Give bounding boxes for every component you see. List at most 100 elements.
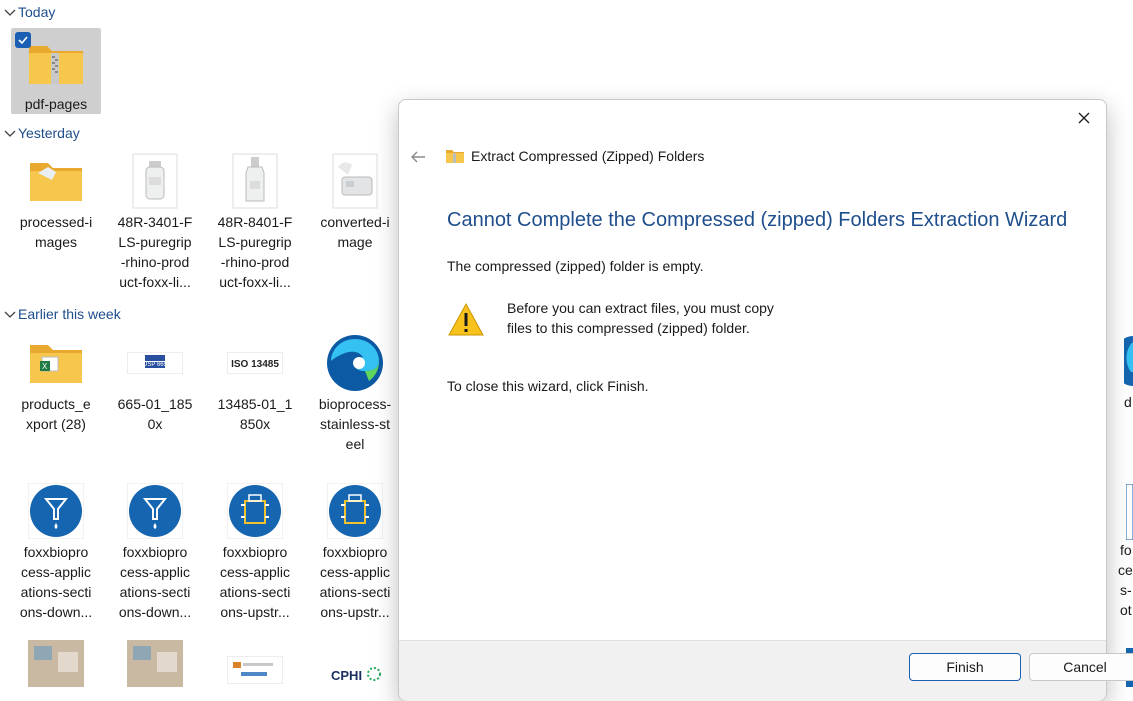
funnel-circle-icon [28, 483, 84, 539]
file-name: LS-puregrip [218, 234, 292, 250]
file-item[interactable]: bioprocess- stainless-st eel [310, 332, 400, 454]
file-name: uct-foxx-li... [119, 274, 191, 290]
file-name: cess-applic [319, 564, 391, 580]
file-name: foxxbiopro [122, 544, 188, 560]
file-name-clipped: ot [1120, 602, 1132, 618]
file-name: cess-applic [20, 564, 92, 580]
device-image-icon [332, 153, 378, 209]
close-icon[interactable] [1076, 110, 1092, 126]
file-name: ations-secti [219, 584, 291, 600]
photo-thumbnail-icon[interactable] [28, 640, 84, 687]
wizard-title: Extract Compressed (Zipped) Folders [471, 148, 705, 164]
file-name: 665-01_185 [117, 396, 193, 412]
file-name: 48R-3401-F [117, 214, 193, 230]
file-name: ons-upstr... [220, 604, 290, 620]
file-item[interactable]: foxxbiopro cess-applic ations-secti ons-… [110, 480, 200, 622]
file-name: mage [337, 234, 373, 250]
warning-icon [448, 302, 484, 336]
cphi-logo-text: CPHI [331, 668, 362, 683]
file-name: ations-secti [119, 584, 191, 600]
back-arrow-icon[interactable] [409, 148, 427, 166]
bottle-image-icon [132, 153, 178, 209]
file-name: -rhino-prod [120, 254, 190, 270]
zip-folder-icon [446, 150, 464, 163]
file-item[interactable]: converted-i mage [310, 150, 400, 252]
group-label: Earlier this week [18, 306, 121, 322]
file-name: ons-down... [118, 604, 192, 620]
file-name: cess-applic [219, 564, 291, 580]
file-name-clipped: s- [1120, 582, 1132, 598]
file-name: LS-puregrip [118, 234, 192, 250]
file-item[interactable]: foxxbiopro cess-applic ations-secti ons-… [11, 480, 101, 622]
file-name: foxxbiopro [23, 544, 89, 560]
group-header-yesterday[interactable]: Yesterday [0, 123, 80, 143]
svg-text:X: X [42, 362, 48, 371]
file-item[interactable]: foxxbiopro cess-applic ations-secti ons-… [210, 480, 300, 622]
zip-folder-icon [29, 46, 83, 84]
cancel-button[interactable]: Cancel [1029, 653, 1133, 681]
file-item[interactable]: 48R-8401-F LS-puregrip -rhino-prod uct-f… [210, 150, 300, 292]
file-item[interactable]: 48R-3401-F LS-puregrip -rhino-prod uct-f… [110, 150, 200, 292]
photo-thumbnail-icon[interactable] [127, 640, 183, 687]
group-header-today[interactable]: Today [0, 2, 55, 22]
file-name: products_e [21, 396, 91, 412]
file-name: 0x [147, 416, 163, 432]
file-item[interactable]: USP 665 665-01_185 0x [110, 332, 200, 434]
funnel-circle-icon [127, 483, 183, 539]
file-name: bioprocess- [318, 396, 392, 412]
logo-thumbnail-icon[interactable] [227, 656, 283, 684]
file-name: mages [34, 234, 78, 250]
file-name: xport (28) [26, 416, 86, 432]
checkmark-icon [18, 36, 28, 45]
chevron-down-icon [4, 311, 16, 318]
bioreactor-circle-icon [327, 483, 383, 539]
excel-folder-icon: X [30, 345, 82, 383]
group-label: Yesterday [18, 125, 80, 141]
iso-badge-text: ISO 13485 [231, 359, 279, 370]
file-item[interactable]: foxxbiopro cess-applic ations-secti ons-… [310, 480, 400, 622]
file-name: ons-upstr... [320, 604, 390, 620]
file-name: foxxbiopro [222, 544, 288, 560]
edge-browser-icon [327, 335, 383, 391]
chevron-down-icon [4, 9, 16, 16]
usp-badge-image-icon: USP 665 [127, 352, 183, 374]
group-label: Today [18, 4, 56, 20]
file-name: stainless-st [319, 416, 391, 432]
chevron-down-icon [4, 130, 16, 137]
group-header-earlier[interactable]: Earlier this week [0, 304, 121, 324]
file-name: processed-i [19, 214, 93, 230]
file-thumbnail-clipped-icon[interactable] [1126, 484, 1133, 540]
finish-button[interactable]: Finish [909, 653, 1021, 681]
wizard-message: The compressed (zipped) folder is empty. [447, 258, 704, 274]
file-item[interactable]: X products_e xport (28) [11, 332, 101, 434]
file-name-clipped: ce [1118, 562, 1133, 578]
file-name: -rhino-prod [220, 254, 290, 270]
folder-icon [30, 163, 82, 201]
warning-text: Before you can extract files, you must c… [507, 300, 774, 336]
usp-badge-text: USP 665 [143, 362, 168, 368]
bottle-image-icon [232, 153, 278, 209]
extract-wizard-dialog: Extract Compressed (Zipped) Folders Cann… [398, 99, 1133, 701]
file-name: ations-secti [319, 584, 391, 600]
file-name: ons-down... [19, 604, 93, 620]
bioreactor-circle-icon [227, 483, 283, 539]
iso-badge-image-icon: ISO 13485 [227, 352, 283, 374]
file-name: pdf-pages [24, 96, 88, 112]
file-name: 850x [239, 416, 271, 432]
edge-browser-icon[interactable] [1124, 336, 1133, 386]
file-name: eel [345, 436, 365, 452]
dialog-footer: Finish Cancel [399, 640, 1133, 701]
cphi-logo-icon[interactable]: CPHI [327, 660, 383, 687]
selection-checkbox[interactable] [15, 32, 31, 48]
file-name-clipped: fo [1120, 542, 1132, 558]
close-instruction: To close this wizard, click Finish. [447, 378, 649, 394]
file-name: cess-applic [119, 564, 191, 580]
file-name: 48R-8401-F [217, 214, 293, 230]
file-name: converted-i [320, 214, 390, 230]
file-name-clipped: d [1124, 394, 1132, 410]
file-name: foxxbiopro [322, 544, 388, 560]
file-item[interactable]: ISO 13485 13485-01_1 850x [210, 332, 300, 434]
file-name: ations-secti [20, 584, 92, 600]
file-name: 13485-01_1 [217, 396, 293, 412]
file-item[interactable]: processed-i mages [11, 150, 101, 252]
